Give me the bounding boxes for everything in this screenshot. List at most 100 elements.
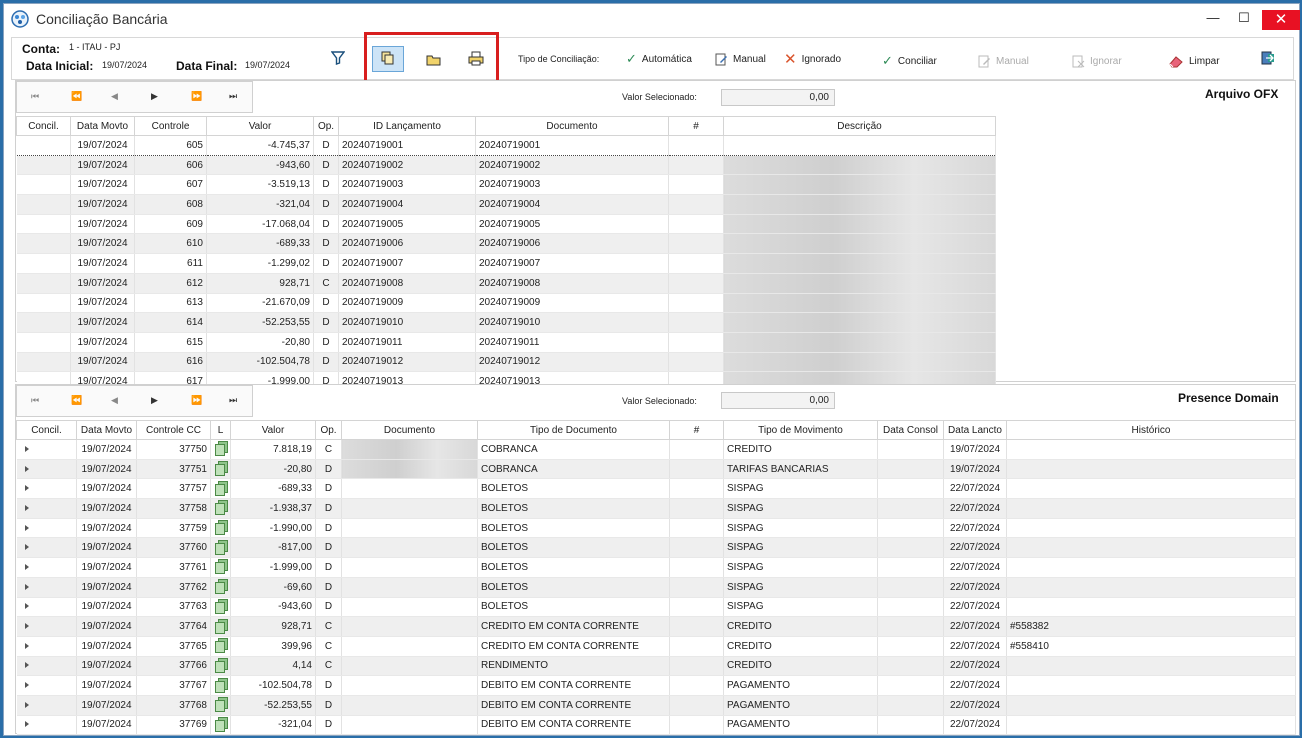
presence-grid[interactable]: Concil. Data Movto Controle CC L Valor Op. Doc…: [16, 420, 1296, 736]
presence-column-header[interactable]: L: [210, 420, 231, 440]
documents-icon[interactable]: [214, 598, 228, 614]
documents-icon[interactable]: [214, 539, 228, 555]
row-expand-cell[interactable]: [16, 616, 77, 637]
ofx-column-header[interactable]: #: [668, 116, 724, 136]
table-row[interactable]: 19/07/2024 612 928,71 C 20240719008 202407190…: [16, 273, 996, 294]
expand-arrow-icon[interactable]: [24, 642, 29, 649]
expand-arrow-icon[interactable]: [24, 465, 29, 472]
table-row[interactable]: 19/07/2024 37769 -321,04 D DEBITO EM CONTA C…: [16, 715, 1296, 736]
table-row[interactable]: 19/07/2024 37751 -20,80 D COBRANCA TARIFAS BA…: [16, 459, 1296, 480]
table-row[interactable]: 19/07/2024 37758 -1.938,37 D BOLETOS SISPAG 22…: [16, 498, 1296, 519]
table-row[interactable]: 19/07/2024 616 -102.504,78 D 20240719012 2024…: [16, 352, 996, 373]
expand-arrow-icon[interactable]: [24, 544, 29, 551]
row-expand-cell[interactable]: [16, 636, 77, 657]
table-row[interactable]: 19/07/2024 608 -321,04 D 20240719004 20240719…: [16, 194, 996, 215]
row-expand-cell[interactable]: [16, 439, 77, 460]
row-expand-cell[interactable]: [16, 557, 77, 578]
table-row[interactable]: 19/07/2024 615 -20,80 D 20240719011 202407190…: [16, 332, 996, 353]
ofx-column-header[interactable]: Concil.: [16, 116, 71, 136]
filter-icon[interactable]: [330, 50, 346, 66]
documents-icon[interactable]: [214, 520, 228, 536]
row-expand-cell[interactable]: [16, 577, 77, 598]
expand-arrow-icon[interactable]: [24, 485, 29, 492]
documents-icon[interactable]: [214, 657, 228, 673]
presence-column-header[interactable]: Valor: [230, 420, 316, 440]
table-row[interactable]: 19/07/2024 611 -1.299,02 D 20240719007 202407…: [16, 253, 996, 274]
conciliar-button[interactable]: ✓ Conciliar: [882, 51, 937, 71]
table-row[interactable]: 19/07/2024 37759 -1.990,00 D BOLETOS SISPAG 22…: [16, 518, 1296, 539]
next-record-icon[interactable]: ▶: [151, 395, 158, 406]
presence-column-header[interactable]: Op.: [315, 420, 342, 440]
table-row[interactable]: 19/07/2024 609 -17.068,04 D 20240719005 20240…: [16, 214, 996, 235]
table-row[interactable]: 19/07/2024 37757 -689,33 D BOLETOS SISPAG 22/0…: [16, 478, 1296, 500]
documents-icon[interactable]: [214, 697, 228, 713]
documents-icon[interactable]: [214, 677, 228, 693]
next-page-icon[interactable]: ⏩: [191, 91, 202, 102]
expand-arrow-icon[interactable]: [24, 662, 29, 669]
table-row[interactable]: 19/07/2024 610 -689,33 D 20240719006 20240719…: [16, 233, 996, 255]
conta-value[interactable]: 1 - ITAU - PJ: [69, 42, 120, 52]
data-inicial-field[interactable]: 19/07/2024: [102, 60, 147, 70]
table-row[interactable]: 19/07/2024 614 -52.253,55 D 20240719010 20240…: [16, 312, 996, 333]
ofx-column-header[interactable]: Op.: [313, 116, 339, 136]
expand-arrow-icon[interactable]: [24, 701, 29, 708]
presence-column-header[interactable]: Data Consol: [877, 420, 944, 440]
expand-arrow-icon[interactable]: [24, 623, 29, 630]
manual-action-button[interactable]: Manual: [978, 51, 1029, 71]
table-row[interactable]: 19/07/2024 37763 -943,60 D BOLETOS SISPAG 22/0…: [16, 597, 1296, 618]
exit-icon[interactable]: [1259, 49, 1277, 67]
table-row[interactable]: 19/07/2024 606 -943,60 D 20240719002 20240719…: [16, 155, 996, 176]
row-expand-cell[interactable]: [16, 695, 77, 716]
documents-icon[interactable]: [214, 716, 228, 732]
maximize-button[interactable]: ☐: [1224, 4, 1264, 32]
presence-column-header[interactable]: Tipo de Documento: [477, 420, 670, 440]
documents-icon[interactable]: [214, 461, 228, 477]
ofx-grid[interactable]: Concil. Data Movto Controle Valor Op. ID Lanç…: [16, 116, 996, 392]
row-expand-cell[interactable]: [16, 498, 77, 519]
table-row[interactable]: 19/07/2024 37768 -52.253,55 D DEBITO EM CONT…: [16, 695, 1296, 716]
table-row[interactable]: 19/07/2024 37766 4,14 C RENDIMENTO CREDITO 22/…: [16, 656, 1296, 677]
row-expand-cell[interactable]: [16, 675, 77, 696]
expand-arrow-icon[interactable]: [24, 504, 29, 511]
presence-column-header[interactable]: Histórico: [1006, 420, 1296, 440]
manual-filter-button[interactable]: Manual: [715, 49, 766, 69]
expand-arrow-icon[interactable]: [24, 583, 29, 590]
first-record-icon[interactable]: ⏮: [31, 91, 39, 102]
table-row[interactable]: 19/07/2024 605 -4.745,37 D 20240719001 202407…: [16, 135, 996, 156]
table-row[interactable]: 19/07/2024 613 -21.670,09 D 20240719009 20240…: [16, 293, 996, 314]
presence-column-header[interactable]: Documento: [341, 420, 478, 440]
prior-page-icon[interactable]: ⏪: [71, 91, 82, 102]
expand-arrow-icon[interactable]: [24, 682, 29, 689]
row-expand-cell[interactable]: [16, 537, 77, 559]
ofx-column-header[interactable]: Controle: [134, 116, 207, 136]
expand-arrow-icon[interactable]: [24, 721, 29, 728]
documents-icon[interactable]: [214, 559, 228, 575]
ignorado-button[interactable]: ✕ Ignorado: [784, 49, 841, 69]
last-record-icon[interactable]: ⏭: [229, 395, 237, 406]
close-button[interactable]: ✕: [1262, 10, 1300, 30]
limpar-button[interactable]: Limpar: [1168, 51, 1220, 71]
ofx-column-header[interactable]: Data Movto: [70, 116, 135, 136]
row-expand-cell[interactable]: [16, 518, 77, 539]
table-row[interactable]: 19/07/2024 37760 -817,00 D BOLETOS SISPAG 22/0…: [16, 537, 1296, 559]
automatica-button[interactable]: ✓ Automática: [626, 49, 692, 69]
table-row[interactable]: 19/07/2024 37762 -69,60 D BOLETOS SISPAG 22/07…: [16, 577, 1296, 598]
table-row[interactable]: 19/07/2024 37765 399,96 C CREDITO EM CONTA C…: [16, 636, 1296, 657]
table-row[interactable]: 19/07/2024 37761 -1.999,00 D BOLETOS SISPAG 22…: [16, 557, 1296, 578]
row-expand-cell[interactable]: [16, 478, 77, 500]
presence-column-header[interactable]: Concil.: [16, 420, 77, 440]
last-record-icon[interactable]: ⏭: [229, 91, 237, 102]
table-row[interactable]: 19/07/2024 37767 -102.504,78 D DEBITO EM CON…: [16, 675, 1296, 696]
table-row[interactable]: 19/07/2024 607 -3.519,13 D 20240719003 202407…: [16, 174, 996, 196]
prior-record-icon[interactable]: ◀: [111, 395, 118, 406]
presence-column-header[interactable]: Controle CC: [136, 420, 211, 440]
ofx-column-header[interactable]: Documento: [475, 116, 669, 136]
expand-arrow-icon[interactable]: [24, 445, 29, 452]
documents-icon[interactable]: [214, 579, 228, 595]
table-row[interactable]: 19/07/2024 37750 7.818,19 C COBRANCA CREDITO 1…: [16, 439, 1296, 460]
ofx-column-header[interactable]: ID Lançamento: [338, 116, 476, 136]
prior-record-icon[interactable]: ◀: [111, 91, 118, 102]
documents-icon[interactable]: [214, 480, 228, 496]
row-expand-cell[interactable]: [16, 656, 77, 677]
documents-icon[interactable]: [214, 441, 228, 457]
